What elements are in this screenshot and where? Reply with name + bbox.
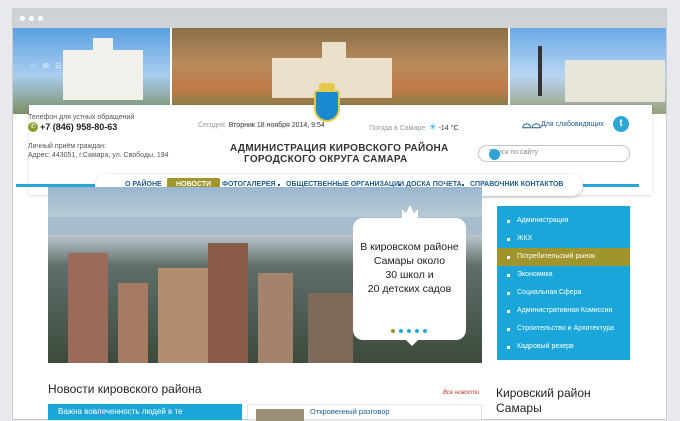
site-title-line1: АДМИНИСТРАЦИЯ КИРОВСКОГО РАЙОНА — [230, 143, 449, 154]
slide-dot[interactable] — [391, 329, 395, 333]
nav-separator — [398, 184, 400, 186]
visually-impaired-link[interactable]: Для слабовидящих — [541, 121, 604, 128]
district-heading: Кировский район Самары — [496, 386, 591, 415]
photo-administration-building: ⌂ ✉ ☷ — [13, 28, 170, 114]
sidebar-item-administration[interactable]: Администрация — [497, 212, 630, 230]
search-input[interactable]: Поиск по сайту ⌕ — [478, 145, 630, 162]
search-icon[interactable]: ⌕ — [489, 149, 500, 160]
nav-separator — [278, 184, 280, 186]
nav-item-contacts[interactable]: СПРАВОЧНИК КОНТАКТОВ — [470, 174, 563, 196]
site-title-line2: ГОРОДСКОГО ОКРУГА САМАРА — [244, 154, 408, 165]
slide-dot[interactable] — [407, 329, 411, 333]
today-date: Сегодня: Вторник 18 ноября 2014, 9:54 — [198, 122, 325, 129]
sidebar-item-construction[interactable]: Строительство и Архитектура — [497, 320, 630, 338]
glasses-icon[interactable]: ⌓⌓ — [522, 117, 541, 132]
window-dot[interactable] — [29, 16, 34, 21]
news-card-title[interactable]: Важна вовлеченность людей в те — [58, 407, 183, 416]
window-titlebar — [13, 9, 666, 28]
all-news-link[interactable]: Все новости — [443, 390, 479, 396]
samara-coat-of-arms[interactable] — [314, 90, 340, 122]
bubble-tip — [404, 338, 420, 346]
mail-icon[interactable]: ✉ — [43, 62, 49, 70]
photo-city-aerial — [172, 28, 508, 114]
sidebar-item-housing[interactable]: ЖКХ — [497, 230, 630, 248]
news-card[interactable]: Важна вовлеченность людей в те — [48, 404, 242, 420]
window-dot[interactable] — [20, 16, 25, 21]
header-photos: ⌂ ✉ ☷ — [13, 28, 666, 114]
home-icon[interactable]: ⌂ — [31, 62, 35, 69]
reception-label: Личный приём граждан: — [28, 143, 106, 150]
nav-separator — [462, 184, 464, 186]
slide-dot[interactable] — [399, 329, 403, 333]
sidebar-item-personnel[interactable]: Кадровый резерв — [497, 338, 630, 356]
hero-caption: В кировском районе Самары около 30 школ … — [360, 241, 459, 295]
news-thumbnail[interactable] — [256, 409, 304, 421]
news-heading: Новости кировского района — [48, 382, 202, 396]
snowflake-icon: ✳ — [429, 122, 437, 132]
weather: Погода в Самаре: ✳ -14 °C — [369, 122, 459, 132]
phone-icon: ✆ — [28, 122, 38, 132]
twitter-icon[interactable]: t — [613, 116, 629, 132]
slider-pagination — [391, 320, 431, 338]
slide-dot[interactable] — [415, 329, 419, 333]
sidebar-item-consumer-market[interactable]: Потребительский рынок — [497, 248, 630, 266]
phone-label: Телефон для устных обращений — [28, 114, 135, 121]
phone-number[interactable]: +7 (846) 958-80-63 — [40, 122, 117, 132]
sidebar-item-social[interactable]: Социальная Сфера — [497, 284, 630, 302]
news-card[interactable]: Откровенный разговор — [247, 404, 482, 421]
news-card-title[interactable]: Откровенный разговор — [310, 407, 390, 416]
window-dot[interactable] — [38, 16, 43, 21]
photo-palace-of-culture — [510, 28, 666, 114]
slide-dot[interactable] — [423, 329, 427, 333]
sidebar-item-economy[interactable]: Экономика — [497, 266, 630, 284]
sitemap-icon[interactable]: ☷ — [55, 62, 61, 70]
address: Адрес: 443051, г.Самара, ул. Свободы, 19… — [28, 152, 169, 159]
sidebar-menu: Администрация ЖКХ Потребительский рынок … — [497, 206, 630, 360]
sidebar-item-commission[interactable]: Административная Комиссия — [497, 302, 630, 320]
